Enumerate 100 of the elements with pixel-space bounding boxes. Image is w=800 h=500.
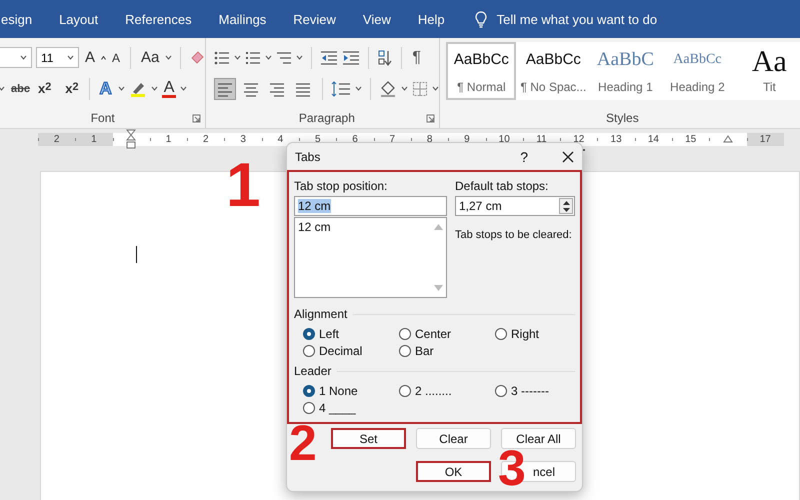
- radio-option[interactable]: Left: [303, 327, 399, 341]
- radio-option[interactable]: 2 ........: [399, 384, 495, 398]
- style-preview: Aa: [752, 50, 787, 74]
- grow-font-button[interactable]: A: [83, 49, 98, 66]
- dialog-launcher-icon[interactable]: [426, 114, 436, 123]
- numbering-icon[interactable]: [245, 50, 262, 66]
- caret-icon[interactable]: [401, 86, 408, 91]
- ruler-number: 14: [648, 134, 659, 144]
- spin-up-icon[interactable]: [562, 200, 570, 204]
- step-number: 1: [226, 155, 260, 217]
- radio-option[interactable]: Decimal: [303, 344, 399, 358]
- ribbon-tab[interactable]: Mailings: [218, 12, 266, 26]
- dialog-button[interactable]: Clear All: [501, 428, 576, 449]
- close-icon[interactable]: [562, 150, 574, 162]
- dialog-button[interactable]: OK: [416, 461, 491, 482]
- line-spacing-icon[interactable]: [331, 80, 352, 98]
- caret-icon[interactable]: [20, 55, 27, 60]
- help-button[interactable]: ?: [520, 148, 528, 164]
- decrease-indent-icon[interactable]: [320, 50, 338, 66]
- default-tab-stops-field[interactable]: 1,27 cm: [455, 196, 575, 216]
- caret-icon[interactable]: [296, 55, 304, 60]
- radio-button[interactable]: [303, 328, 315, 340]
- style-item[interactable]: AaBbC Heading 1: [590, 42, 660, 100]
- caret-icon[interactable]: [265, 55, 272, 60]
- field-label: Tab stops to be cleared:: [455, 229, 573, 241]
- section-label: Leader: [294, 364, 332, 378]
- style-name: Heading 2: [670, 80, 725, 94]
- ruler-number: 2: [54, 134, 60, 144]
- increase-indent-icon[interactable]: [342, 50, 360, 66]
- ribbon-tab[interactable]: Layout: [59, 12, 98, 26]
- caret-icon[interactable]: [0, 86, 5, 91]
- list-item[interactable]: 12 cm: [298, 220, 427, 234]
- style-item[interactable]: AaBbCc ¶ No Spac...: [518, 42, 588, 100]
- caret-icon[interactable]: [118, 86, 125, 91]
- ribbon-tab[interactable]: References: [125, 12, 192, 26]
- show-marks-button[interactable]: ¶: [410, 48, 423, 66]
- radio-label: 4 ____: [319, 401, 356, 415]
- align-button[interactable]: [214, 78, 236, 100]
- indent-marker-icon[interactable]: [126, 129, 136, 149]
- ribbon-tab[interactable]: Help: [418, 12, 445, 26]
- field-label: Default tab stops:: [455, 179, 550, 193]
- radio-option[interactable]: 4 ____: [303, 401, 399, 415]
- radio-option[interactable]: Bar: [399, 344, 495, 358]
- radio-button[interactable]: [399, 385, 411, 397]
- radio-option[interactable]: 3 -------: [495, 384, 575, 398]
- ribbon-tab[interactable]: esign: [1, 12, 32, 26]
- style-name: ¶ Normal: [457, 80, 506, 94]
- style-preview: AaBbC: [596, 50, 654, 70]
- step-number: 2: [289, 418, 317, 468]
- radio-button[interactable]: [303, 402, 315, 414]
- lightbulb-icon[interactable]: [474, 10, 487, 28]
- caret-icon[interactable]: [180, 86, 188, 91]
- radio-button[interactable]: [399, 328, 411, 340]
- dialog-launcher-icon[interactable]: [192, 114, 202, 123]
- font-color-button[interactable]: A: [162, 80, 176, 98]
- eraser-icon[interactable]: [189, 50, 206, 66]
- dialog-button[interactable]: Set: [331, 428, 406, 449]
- radio-button[interactable]: [495, 385, 507, 397]
- ribbon-tab[interactable]: Review: [293, 12, 336, 26]
- paint-bucket-icon[interactable]: [379, 80, 398, 98]
- caret-icon[interactable]: [432, 86, 440, 91]
- ruler-number: 3: [240, 134, 246, 144]
- indent-marker-icon[interactable]: [722, 135, 733, 143]
- ruler-number: 12: [573, 134, 584, 144]
- spin-down-icon[interactable]: [562, 208, 570, 212]
- section-label: Alignment: [294, 307, 348, 321]
- sort-icon[interactable]: [377, 48, 394, 66]
- ruler-number: 1: [91, 134, 97, 144]
- radio-button[interactable]: [303, 385, 315, 397]
- tell-me-search[interactable]: Tell me what you want to do: [496, 12, 658, 26]
- change-case-button[interactable]: Aa: [139, 49, 162, 66]
- dialog-button[interactable]: Clear: [416, 428, 491, 449]
- style-item[interactable]: Aa Tit: [734, 42, 800, 100]
- style-preview: AaBbCc: [673, 51, 722, 69]
- bullets-icon[interactable]: [214, 50, 230, 66]
- caret-icon[interactable]: [234, 55, 242, 60]
- style-item[interactable]: AaBbCc ¶ Normal: [446, 42, 516, 100]
- radio-button[interactable]: [399, 345, 411, 357]
- ruler-number: 17: [760, 134, 771, 144]
- ruler-number: 7: [390, 134, 396, 144]
- strikethrough-button[interactable]: abc: [9, 82, 32, 94]
- caret-icon[interactable]: [355, 86, 362, 91]
- tab-stop-field[interactable]: 12 cm: [294, 196, 447, 216]
- caret-icon[interactable]: [165, 55, 172, 60]
- style-item[interactable]: AaBbCc Heading 2: [662, 42, 732, 100]
- tab-stop-list[interactable]: 12 cm: [294, 217, 447, 298]
- radio-button[interactable]: [495, 328, 507, 340]
- radio-button[interactable]: [303, 345, 315, 357]
- caret-icon[interactable]: [67, 55, 74, 60]
- radio-option[interactable]: 1 None: [303, 384, 399, 398]
- superscript-button[interactable]: x$^{2}$: [63, 81, 80, 96]
- ribbon-tab[interactable]: View: [362, 12, 391, 26]
- multilevel-list-icon[interactable]: [276, 50, 292, 66]
- ruler-number: 13: [610, 134, 622, 144]
- radio-option[interactable]: Right: [495, 327, 575, 341]
- caret-icon[interactable]: [150, 86, 158, 91]
- font-size-dropdown[interactable]: 11: [36, 47, 79, 68]
- radio-option[interactable]: Center: [399, 327, 495, 341]
- ruler-number: 5: [314, 134, 320, 144]
- shrink-font-button[interactable]: A: [110, 50, 122, 64]
